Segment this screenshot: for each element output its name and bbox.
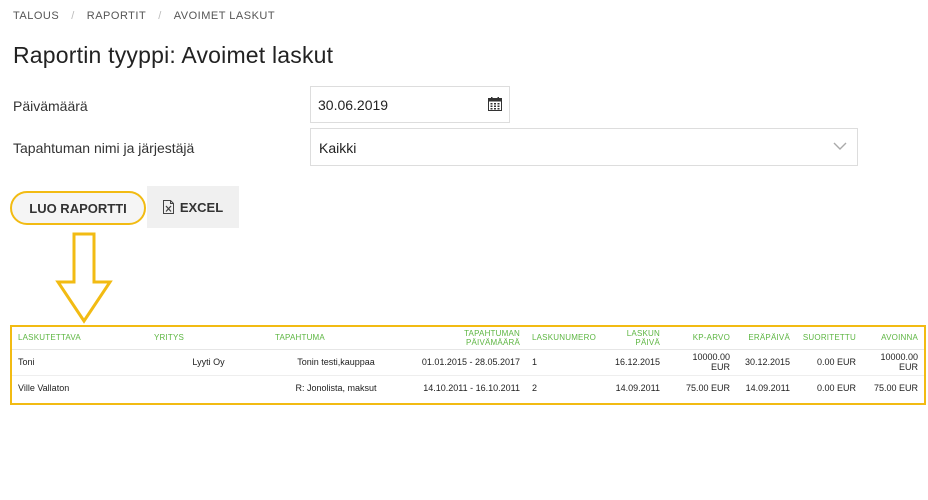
calendar-icon[interactable] [488, 97, 502, 111]
col-header-invoice-number[interactable]: LASKUNUMERO [526, 327, 602, 350]
cell-event-date: 14.10.2011 - 16.10.2011 [423, 383, 520, 394]
cell-kp-value: 75.00 EUR [685, 383, 730, 394]
excel-file-icon [162, 200, 174, 214]
cell-invoice-number: 1 [526, 349, 602, 376]
col-header-paid[interactable]: SUORITETTU [796, 327, 862, 350]
date-value: 30.06.2019 [318, 97, 389, 113]
event-select[interactable]: Kaikki [310, 128, 858, 166]
date-input[interactable]: 30.06.2019 [310, 86, 510, 123]
col-header-kp-value[interactable]: KP-ARVO [666, 327, 736, 350]
cell-company [148, 375, 269, 401]
col-header-event[interactable]: TAPAHTUMA [269, 327, 403, 350]
cell-paid: 0.00 EUR [816, 383, 856, 394]
annotation-arrow-down [55, 232, 113, 324]
event-select-value: Kaikki [319, 140, 357, 156]
col-header-company[interactable]: YRITYS [148, 327, 269, 350]
cell-due-date: 14.09.2011 [745, 383, 790, 394]
date-label: Päivämäärä [13, 98, 88, 114]
open-invoices-table-highlight: LASKUTETTAVA YRITYS TAPAHTUMA TAPAHTUMAN… [10, 325, 926, 405]
open-invoices-table: LASKUTETTAVA YRITYS TAPAHTUMA TAPAHTUMAN… [12, 327, 924, 401]
breadcrumb-item-raportit[interactable]: RAPORTIT [87, 10, 146, 22]
col-header-open[interactable]: AVOINNA [862, 327, 924, 350]
cell-event: Tonin testi,kauppaa [269, 349, 403, 376]
cell-event: R: Jonolista, maksut [295, 383, 377, 394]
col-header-invoiced[interactable]: LASKUTETTAVA [12, 327, 148, 350]
cell-invoiced: Toni [12, 349, 148, 376]
col-header-invoice-date[interactable]: LASKUN PÄIVÄ [602, 327, 666, 350]
col-header-due-date[interactable]: ERÄPÄIVÄ [736, 327, 796, 350]
table-row: Toni Lyyti Oy Tonin testi,kauppaa 01.01.… [12, 349, 924, 376]
excel-button-label: EXCEL [179, 199, 224, 215]
cell-invoiced: Ville Vallaton [18, 383, 70, 394]
chevron-down-icon [833, 142, 847, 150]
breadcrumb-item-talous[interactable]: TALOUS [13, 10, 59, 22]
col-header-event-date[interactable]: TAPAHTUMAN PÄIVÄMÄÄRÄ [403, 327, 526, 350]
create-report-button[interactable]: LUO RAPORTTI [10, 191, 146, 225]
cell-invoice-date: 16.12.2015 [602, 349, 666, 376]
cell-due-date: 30.12.2015 [736, 349, 796, 376]
table-header-row: LASKUTETTAVA YRITYS TAPAHTUMA TAPAHTUMAN… [12, 327, 924, 350]
cell-invoice-date: 14.09.2011 [615, 383, 660, 394]
cell-kp-value: 10000.00 EUR [666, 349, 736, 376]
cell-company: Lyyti Oy [148, 349, 269, 376]
page-title: Raportin tyyppi: Avoimet laskut [13, 42, 334, 68]
cell-paid: 0.00 EUR [796, 349, 862, 376]
cell-open: 75.00 EUR [873, 383, 918, 394]
event-label: Tapahtuman nimi ja järjestäjä [13, 140, 195, 156]
cell-event-date: 01.01.2015 - 28.05.2017 [403, 349, 526, 376]
breadcrumb-item-current: AVOIMET LASKUT [173, 10, 276, 22]
cell-open: 10000.00 EUR [862, 349, 924, 376]
breadcrumb: TALOUS / RAPORTIT / AVOIMET LASKUT [13, 10, 275, 22]
table-row: Ville Vallaton R: Jonolista, maksut 14.1… [12, 375, 924, 401]
cell-invoice-number: 2 [532, 383, 538, 394]
breadcrumb-separator: / [71, 10, 75, 22]
breadcrumb-separator: / [158, 10, 162, 22]
excel-export-button[interactable]: EXCEL [147, 186, 239, 228]
